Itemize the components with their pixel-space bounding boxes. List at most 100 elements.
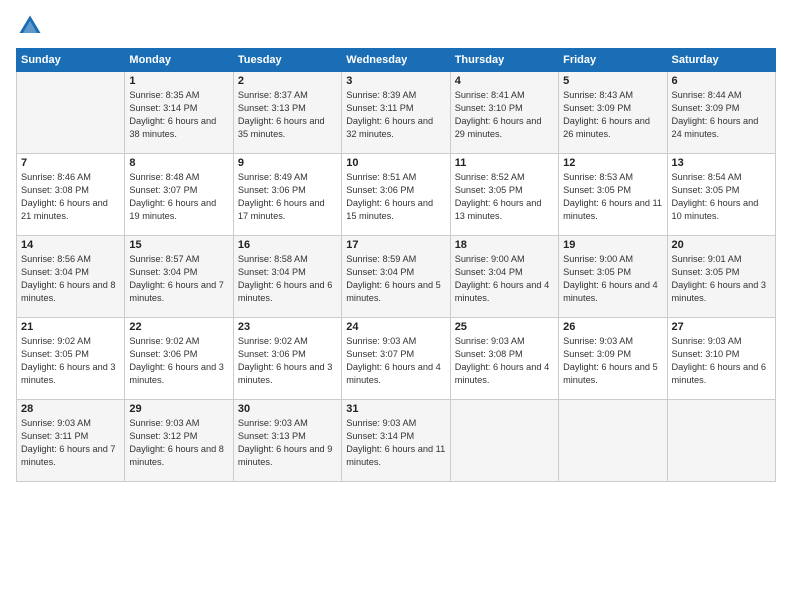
day-header-monday: Monday [125,49,233,72]
day-info: Sunrise: 9:03 AMSunset: 3:14 PMDaylight:… [346,417,445,469]
day-info: Sunrise: 8:49 AMSunset: 3:06 PMDaylight:… [238,171,337,223]
calendar-header-row: SundayMondayTuesdayWednesdayThursdayFrid… [17,49,776,72]
day-info: Sunrise: 8:48 AMSunset: 3:07 PMDaylight:… [129,171,228,223]
day-number: 10 [346,157,445,169]
day-info: Sunrise: 9:03 AMSunset: 3:07 PMDaylight:… [346,335,445,387]
day-number: 17 [346,239,445,251]
day-info: Sunrise: 8:52 AMSunset: 3:05 PMDaylight:… [455,171,554,223]
calendar-cell: 26Sunrise: 9:03 AMSunset: 3:09 PMDayligh… [559,318,667,400]
calendar-cell: 11 Sunrise: 8:52 AMSunset: 3:05 PMDayligh… [450,154,558,236]
calendar-cell: 17 Sunrise: 8:59 AMSunset: 3:04 PMDayligh… [342,236,450,318]
day-header-sunday: Sunday [17,49,125,72]
day-number: 15 [129,239,228,251]
header [16,12,776,40]
calendar-cell: 6Sunrise: 8:44 AMSunset: 3:09 PMDaylight… [667,72,775,154]
day-info: Sunrise: 8:56 AMSunset: 3:04 PMDaylight:… [21,253,120,305]
calendar-week-5: 28 Sunrise: 9:03 AMSunset: 3:11 PMDayligh… [17,400,776,482]
day-info: Sunrise: 9:03 AMSunset: 3:10 PMDaylight:… [672,335,771,387]
calendar-cell: 9 Sunrise: 8:49 AMSunset: 3:06 PMDaylight… [233,154,341,236]
day-number: 19 [563,239,662,251]
calendar-week-3: 14 Sunrise: 8:56 AMSunset: 3:04 PMDayligh… [17,236,776,318]
day-number: 9 [238,157,337,169]
calendar-cell: 23 Sunrise: 9:02 AMSunset: 3:06 PMDayligh… [233,318,341,400]
day-info: Sunrise: 8:59 AMSunset: 3:04 PMDaylight:… [346,253,445,305]
calendar-cell: 4 Sunrise: 8:41 AMSunset: 3:10 PMDaylight… [450,72,558,154]
calendar-cell: 22Sunrise: 9:02 AMSunset: 3:06 PMDayligh… [125,318,233,400]
day-info: Sunrise: 9:01 AMSunset: 3:05 PMDaylight:… [672,253,771,305]
day-info: Sunrise: 8:41 AMSunset: 3:10 PMDaylight:… [455,89,554,141]
calendar-cell: 2Sunrise: 8:37 AMSunset: 3:13 PMDaylight… [233,72,341,154]
day-info: Sunrise: 9:03 AMSunset: 3:13 PMDaylight:… [238,417,337,469]
day-info: Sunrise: 8:39 AMSunset: 3:11 PMDaylight:… [346,89,445,141]
calendar-cell: 29 Sunrise: 9:03 AMSunset: 3:12 PMDayligh… [125,400,233,482]
calendar-week-4: 21Sunrise: 9:02 AMSunset: 3:05 PMDayligh… [17,318,776,400]
day-info: Sunrise: 8:58 AMSunset: 3:04 PMDaylight:… [238,253,337,305]
calendar-cell: 8 Sunrise: 8:48 AMSunset: 3:07 PMDaylight… [125,154,233,236]
day-info: Sunrise: 8:57 AMSunset: 3:04 PMDaylight:… [129,253,228,305]
logo [16,12,48,40]
calendar-cell: 18 Sunrise: 9:00 AMSunset: 3:04 PMDayligh… [450,236,558,318]
day-number: 27 [672,321,771,333]
day-number: 20 [672,239,771,251]
day-number: 3 [346,75,445,87]
day-number: 31 [346,403,445,415]
day-number: 13 [672,157,771,169]
day-number: 11 [455,157,554,169]
day-number: 30 [238,403,337,415]
calendar-cell: 15 Sunrise: 8:57 AMSunset: 3:04 PMDayligh… [125,236,233,318]
day-number: 7 [21,157,120,169]
calendar-cell: 3 Sunrise: 8:39 AMSunset: 3:11 PMDaylight… [342,72,450,154]
day-number: 18 [455,239,554,251]
day-number: 25 [455,321,554,333]
day-info: Sunrise: 8:43 AMSunset: 3:09 PMDaylight:… [563,89,662,141]
day-info: Sunrise: 9:03 AMSunset: 3:11 PMDaylight:… [21,417,120,469]
day-header-friday: Friday [559,49,667,72]
day-number: 14 [21,239,120,251]
calendar-cell: 28 Sunrise: 9:03 AMSunset: 3:11 PMDayligh… [17,400,125,482]
day-info: Sunrise: 9:03 AMSunset: 3:09 PMDaylight:… [563,335,662,387]
calendar-cell: 1 Sunrise: 8:35 AMSunset: 3:14 PMDaylight… [125,72,233,154]
calendar-cell: 19 Sunrise: 9:00 AMSunset: 3:05 PMDayligh… [559,236,667,318]
day-number: 24 [346,321,445,333]
day-header-tuesday: Tuesday [233,49,341,72]
day-number: 22 [129,321,228,333]
day-header-thursday: Thursday [450,49,558,72]
day-info: Sunrise: 9:00 AMSunset: 3:04 PMDaylight:… [455,253,554,305]
day-info: Sunrise: 9:03 AMSunset: 3:12 PMDaylight:… [129,417,228,469]
calendar-cell: 31 Sunrise: 9:03 AMSunset: 3:14 PMDayligh… [342,400,450,482]
day-info: Sunrise: 9:00 AMSunset: 3:05 PMDaylight:… [563,253,662,305]
day-number: 16 [238,239,337,251]
day-info: Sunrise: 9:03 AMSunset: 3:08 PMDaylight:… [455,335,554,387]
calendar-cell: 27 Sunrise: 9:03 AMSunset: 3:10 PMDayligh… [667,318,775,400]
page: SundayMondayTuesdayWednesdayThursdayFrid… [0,0,792,612]
calendar-cell: 5Sunrise: 8:43 AMSunset: 3:09 PMDaylight… [559,72,667,154]
day-number: 21 [21,321,120,333]
calendar-cell [667,400,775,482]
calendar-cell [559,400,667,482]
calendar-cell: 10 Sunrise: 8:51 AMSunset: 3:06 PMDayligh… [342,154,450,236]
calendar-cell: 30 Sunrise: 9:03 AMSunset: 3:13 PMDayligh… [233,400,341,482]
day-number: 29 [129,403,228,415]
day-number: 23 [238,321,337,333]
calendar-cell: 25 Sunrise: 9:03 AMSunset: 3:08 PMDayligh… [450,318,558,400]
day-number: 8 [129,157,228,169]
day-number: 4 [455,75,554,87]
day-info: Sunrise: 8:51 AMSunset: 3:06 PMDaylight:… [346,171,445,223]
day-number: 28 [21,403,120,415]
day-info: Sunrise: 9:02 AMSunset: 3:06 PMDaylight:… [238,335,337,387]
day-number: 12 [563,157,662,169]
calendar-cell: 13 Sunrise: 8:54 AMSunset: 3:05 PMDayligh… [667,154,775,236]
day-number: 6 [672,75,771,87]
day-info: Sunrise: 8:37 AMSunset: 3:13 PMDaylight:… [238,89,337,141]
calendar-cell: 12 Sunrise: 8:53 AMSunset: 3:05 PMDayligh… [559,154,667,236]
logo-icon [16,12,44,40]
day-number: 1 [129,75,228,87]
day-header-wednesday: Wednesday [342,49,450,72]
calendar-cell: 24 Sunrise: 9:03 AMSunset: 3:07 PMDayligh… [342,318,450,400]
day-info: Sunrise: 8:53 AMSunset: 3:05 PMDaylight:… [563,171,662,223]
day-info: Sunrise: 8:35 AMSunset: 3:14 PMDaylight:… [129,89,228,141]
calendar-week-2: 7Sunrise: 8:46 AMSunset: 3:08 PMDaylight… [17,154,776,236]
day-info: Sunrise: 8:54 AMSunset: 3:05 PMDaylight:… [672,171,771,223]
calendar-cell: 7Sunrise: 8:46 AMSunset: 3:08 PMDaylight… [17,154,125,236]
calendar-cell: 16 Sunrise: 8:58 AMSunset: 3:04 PMDayligh… [233,236,341,318]
